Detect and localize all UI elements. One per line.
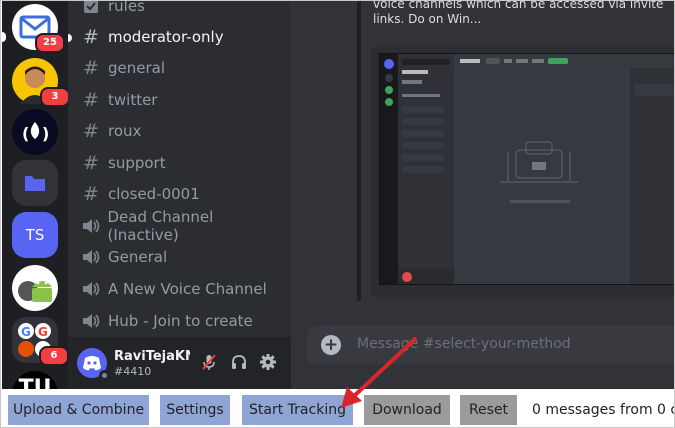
server-rail: 25 3 ( ) TS G G 6 TU bbox=[2, 1, 68, 389]
status-text: 0 messages from 0 cha bbox=[532, 402, 674, 418]
message-embed bbox=[371, 47, 674, 297]
channel-name: closed-0001 bbox=[108, 185, 200, 203]
user-settings-button[interactable] bbox=[257, 351, 279, 373]
channel-rules[interactable]: rules bbox=[80, 1, 285, 20]
divider bbox=[357, 1, 361, 301]
channel-name: General bbox=[108, 248, 168, 266]
svg-text:): ) bbox=[42, 124, 49, 143]
flame-icon: ( ) bbox=[22, 122, 49, 143]
hashtag-icon: # bbox=[83, 26, 99, 48]
voice-channel-general[interactable]: General bbox=[80, 243, 285, 271]
server-tu[interactable]: TU bbox=[12, 371, 58, 389]
voice-channel-dead[interactable]: Dead Channel (Inactive) bbox=[80, 208, 285, 244]
speaker-icon bbox=[80, 313, 102, 329]
settings-button[interactable]: Settings bbox=[160, 395, 230, 425]
hashtag-icon: # bbox=[83, 152, 99, 174]
message-input[interactable] bbox=[357, 336, 674, 352]
hashtag-lock-icon: # bbox=[83, 183, 99, 205]
username: RaviTejaKN... bbox=[114, 349, 190, 364]
channel-name: rules bbox=[108, 1, 145, 15]
channel-roux[interactable]: # roux bbox=[80, 117, 285, 145]
channel-name: general bbox=[108, 59, 166, 77]
android-icon bbox=[18, 281, 52, 302]
unread-badge: 6 bbox=[39, 346, 68, 366]
server-mail[interactable]: 25 bbox=[12, 4, 65, 53]
voice-channel-hub[interactable]: Hub - Join to create bbox=[80, 307, 285, 335]
hashtag-icon: # bbox=[83, 57, 99, 79]
download-button[interactable]: Download bbox=[364, 395, 450, 425]
channel-name: roux bbox=[108, 122, 142, 140]
server-freecodecamp[interactable]: ( ) bbox=[12, 109, 58, 155]
channel-twitter[interactable]: # twitter bbox=[80, 86, 285, 114]
chat-area: voice channels which can be accessed via… bbox=[291, 1, 674, 389]
headphones-button[interactable] bbox=[228, 351, 250, 373]
unread-badge: 25 bbox=[35, 33, 65, 53]
rules-icon bbox=[80, 1, 102, 14]
add-attachment-button[interactable]: + bbox=[321, 335, 341, 355]
screenshot-preview-image[interactable] bbox=[379, 53, 674, 285]
server-folder[interactable] bbox=[12, 160, 58, 206]
reset-button[interactable]: Reset bbox=[460, 395, 517, 425]
headphones-icon bbox=[232, 355, 246, 369]
server-google-folder[interactable]: G G 6 bbox=[12, 317, 68, 366]
discord-window-thumbnail bbox=[380, 54, 674, 284]
upload-combine-button[interactable]: Upload & Combine bbox=[8, 395, 149, 425]
selected-server-indicator bbox=[2, 32, 6, 42]
unread-badge: 3 bbox=[40, 87, 68, 107]
folder-icon bbox=[25, 176, 45, 191]
hashtag-icon: # bbox=[83, 120, 99, 142]
start-tracking-button[interactable]: Start Tracking bbox=[242, 395, 353, 425]
channel-name: twitter bbox=[108, 91, 158, 109]
channel-name: Dead Channel (Inactive) bbox=[107, 208, 214, 244]
speaker-icon bbox=[80, 218, 101, 234]
voice-channel-new[interactable]: A New Voice Channel bbox=[80, 275, 285, 303]
channel-moderator-only[interactable]: # moderator-only bbox=[80, 23, 285, 51]
message-text: voice channels which can be accessed via… bbox=[373, 1, 664, 26]
channel-sidebar: rules # moderator-only # general # twitt… bbox=[68, 1, 291, 389]
server-ts[interactable]: TS bbox=[12, 212, 58, 258]
speaker-icon bbox=[80, 249, 102, 265]
channel-name: Hub - Join to create bbox=[108, 312, 253, 330]
mute-mic-button[interactable] bbox=[198, 351, 220, 373]
user-panel: RaviTejaKN... #4410 bbox=[68, 337, 291, 389]
speaker-icon bbox=[80, 281, 102, 297]
channel-support[interactable]: # support bbox=[80, 149, 285, 177]
hashtag-icon: # bbox=[83, 89, 99, 111]
message-composer: + bbox=[307, 326, 674, 364]
user-tag: #4410 bbox=[114, 365, 152, 378]
channel-general[interactable]: # general bbox=[80, 54, 285, 82]
channel-name: moderator-only bbox=[108, 28, 224, 46]
server-android[interactable] bbox=[12, 265, 58, 311]
gear-icon bbox=[260, 354, 276, 370]
channel-name: support bbox=[108, 154, 166, 172]
screenshot-frame: 25 3 ( ) TS G G 6 TU rules # moderator-o… bbox=[0, 0, 675, 428]
server-avatar[interactable]: 3 bbox=[12, 58, 68, 107]
svg-text:(: ( bbox=[22, 124, 29, 143]
svg-text:G: G bbox=[38, 325, 48, 339]
channel-name: A New Voice Channel bbox=[108, 280, 267, 298]
svg-text:G: G bbox=[21, 325, 31, 339]
channel-closed-0001[interactable]: # closed-0001 bbox=[80, 180, 285, 208]
unread-channel-indicator bbox=[68, 34, 72, 42]
muted-mic-icon bbox=[202, 354, 216, 370]
extension-toolbar: Upload & Combine Settings Start Tracking… bbox=[2, 389, 674, 427]
status-dot bbox=[99, 370, 110, 381]
